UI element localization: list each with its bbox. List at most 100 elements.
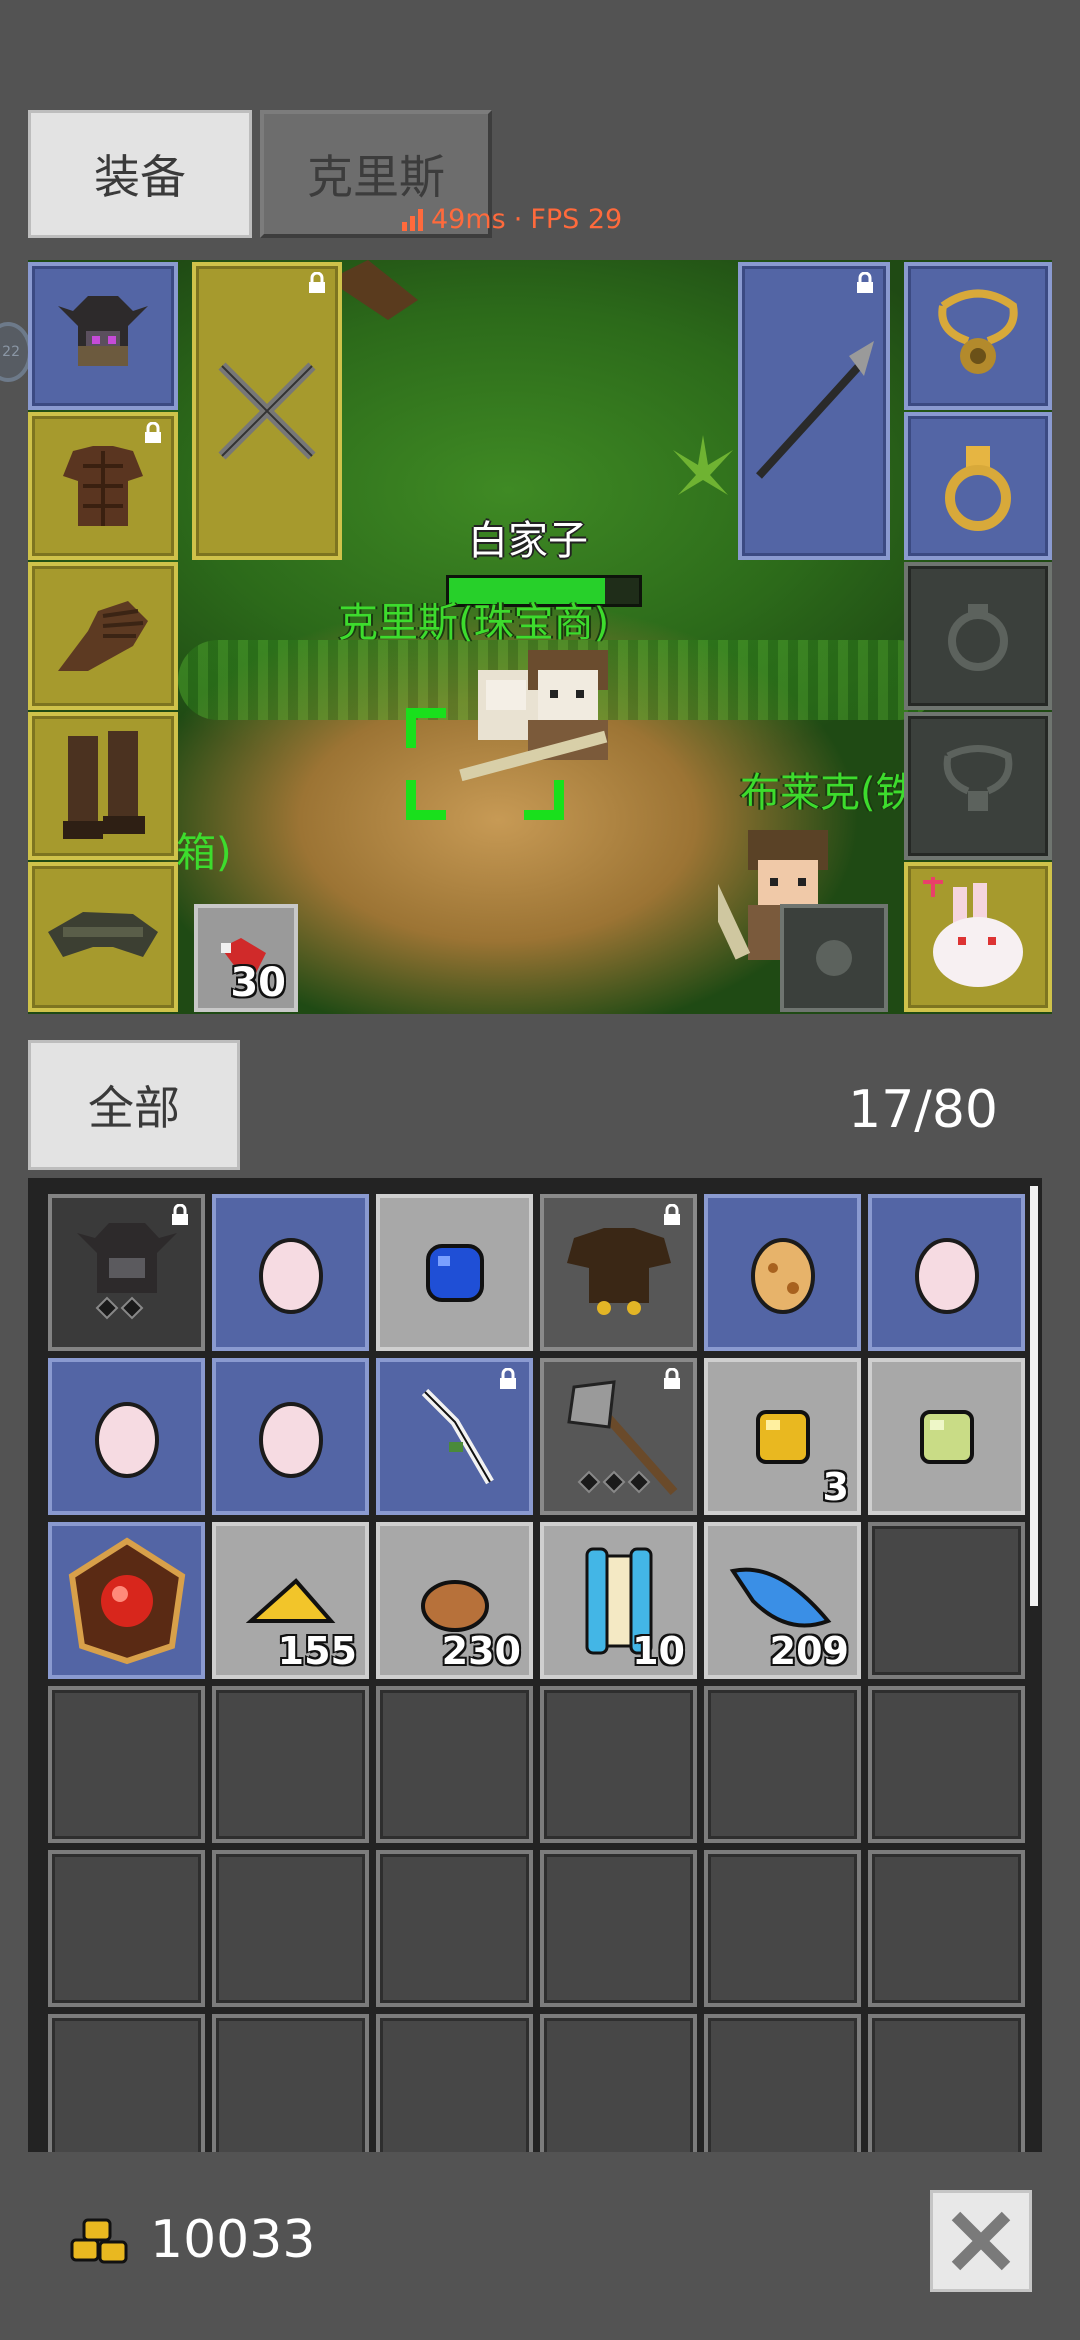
- tab-chris-label: 克里斯: [307, 150, 445, 204]
- inventory-slot-empty[interactable]: [376, 1850, 533, 2007]
- inventory-slot-empty[interactable]: [704, 2014, 861, 2152]
- inventory-slot-jade[interactable]: [868, 1358, 1025, 1515]
- inventory-slot-empty[interactable]: [540, 2014, 697, 2152]
- close-icon: [951, 2211, 1011, 2271]
- lock-icon: [500, 1368, 516, 1389]
- lock-icon: [664, 1368, 680, 1389]
- inventory-slot-feather[interactable]: 209: [704, 1522, 861, 1679]
- player-characters-sprite[interactable]: [458, 640, 658, 790]
- gold-amount: 10033: [150, 2210, 316, 2270]
- gold-coins-icon: [70, 2218, 128, 2264]
- equip-slot-empty-1[interactable]: [904, 562, 1052, 710]
- close-button[interactable]: [930, 2190, 1032, 2292]
- equip-slot-weapon[interactable]: [192, 262, 342, 560]
- inventory-slot-axe[interactable]: [540, 1358, 697, 1515]
- equip-slot-legs[interactable]: [28, 862, 178, 1012]
- pink-egg-icon: [258, 1401, 323, 1478]
- leather-armor-icon: [63, 446, 143, 526]
- inventory-slot-empty[interactable]: [212, 2014, 369, 2152]
- npc-name-partial: 箱): [176, 830, 232, 876]
- inventory-slot-scroll[interactable]: 10: [540, 1522, 697, 1679]
- target-name: 白家子: [468, 518, 588, 564]
- inventory-grid[interactable]: 3 155 230 10 209: [28, 1178, 1042, 2152]
- inventory-slot-empty[interactable]: [376, 1686, 533, 1843]
- inventory-slot-egg-1[interactable]: [212, 1194, 369, 1351]
- cheese-icon: [245, 1577, 335, 1623]
- sickle-icon: [421, 1388, 494, 1484]
- boots-icon: [63, 731, 145, 839]
- ping-value: 49ms: [431, 204, 506, 235]
- inventory-slot-egg-2[interactable]: [868, 1194, 1025, 1351]
- rabbit-pet-icon: [923, 877, 1023, 987]
- side-indicator-text: 22: [2, 344, 20, 360]
- ping-separator: ·: [513, 204, 523, 235]
- lock-icon: [664, 1204, 680, 1225]
- inventory-slot-empty[interactable]: [48, 1686, 205, 1843]
- feather-count: 209: [769, 1629, 849, 1673]
- inventory-slot-empty[interactable]: [868, 2014, 1025, 2152]
- heavy-armor-icon: [566, 1227, 671, 1315]
- tab-equipment[interactable]: 装备: [28, 110, 252, 238]
- inventory-slot-egg-3[interactable]: [48, 1358, 205, 1515]
- amulet-icon: [938, 289, 1018, 374]
- filter-all-button[interactable]: 全部: [28, 1040, 240, 1170]
- lock-icon: [309, 272, 325, 293]
- quick-slot-food[interactable]: 30: [194, 904, 298, 1012]
- tab-equipment-label: 装备: [94, 150, 186, 204]
- network-status: 49ms · FPS 29: [402, 204, 622, 235]
- inventory-slot-gold-nugget[interactable]: 3: [704, 1358, 861, 1515]
- pink-egg-icon: [258, 1237, 323, 1314]
- inventory-slot-empty[interactable]: [704, 1686, 861, 1843]
- leg-armor-icon: [48, 912, 158, 957]
- glove-icon: [58, 601, 148, 671]
- horned-helmet-icon: [58, 296, 148, 366]
- inventory-slot-scythe[interactable]: [376, 1358, 533, 1515]
- equip-slot-pet[interactable]: [904, 862, 1052, 1012]
- inventory-slot-sapphire[interactable]: [376, 1194, 533, 1351]
- horned-helmet-icon: [76, 1222, 177, 1319]
- inventory-slot-egg-4[interactable]: [212, 1358, 369, 1515]
- equip-slot-gloves[interactable]: [28, 562, 178, 710]
- inventory-slot-cheese[interactable]: 155: [212, 1522, 369, 1679]
- inventory-slot-empty[interactable]: [868, 1686, 1025, 1843]
- inventory-slot-empty[interactable]: [868, 1522, 1025, 1679]
- game-scene[interactable]: 白家子 克里斯(珠宝商) 布莱克(铁匠) 箱): [28, 260, 1052, 1014]
- inventory-slot-empty[interactable]: [376, 2014, 533, 2152]
- axe-icon: [566, 1379, 677, 1495]
- skill-placeholder-icon: [816, 940, 852, 976]
- bread-icon: [420, 1579, 489, 1632]
- inventory-slot-empty[interactable]: [212, 1850, 369, 2007]
- equip-slot-helmet[interactable]: [28, 262, 178, 410]
- ring-placeholder-icon: [948, 604, 1008, 671]
- inventory-slot-helmet[interactable]: [48, 1194, 205, 1351]
- inventory-slot-empty[interactable]: [48, 2014, 205, 2152]
- equip-slot-armor[interactable]: [28, 412, 178, 560]
- blue-gem-icon: [425, 1243, 484, 1302]
- inventory-slot-bread[interactable]: 230: [376, 1522, 533, 1679]
- inventory-slot-empty[interactable]: [868, 1850, 1025, 2007]
- equip-slot-boots[interactable]: [28, 712, 178, 860]
- pink-egg-icon: [94, 1401, 159, 1478]
- equip-slot-secondary[interactable]: [738, 262, 890, 560]
- equip-slot-ring[interactable]: [904, 412, 1052, 560]
- fern-decoration: [673, 435, 733, 495]
- equip-slot-empty-2[interactable]: [904, 712, 1052, 860]
- inventory-slot-empty[interactable]: [212, 1686, 369, 1843]
- inventory-slot-empty[interactable]: [540, 1850, 697, 2007]
- pink-egg-icon: [914, 1237, 979, 1314]
- inventory-slot-ruby-amulet[interactable]: [48, 1522, 205, 1679]
- inventory-slot-empty[interactable]: [704, 1850, 861, 2007]
- quick-slot-empty[interactable]: [780, 904, 888, 1012]
- ring-icon: [945, 446, 1011, 531]
- inventory-slot-armor[interactable]: [540, 1194, 697, 1351]
- inventory-scrollbar[interactable]: [1030, 1186, 1038, 1606]
- equip-slot-necklace[interactable]: [904, 262, 1052, 410]
- inventory-slot-egg-spotted[interactable]: [704, 1194, 861, 1351]
- inventory-slot-empty[interactable]: [540, 1686, 697, 1843]
- bread-count: 230: [441, 1629, 521, 1673]
- gold-nugget-icon: [755, 1409, 810, 1464]
- scroll-count: 10: [632, 1629, 685, 1673]
- lock-icon: [172, 1204, 188, 1225]
- inventory-slot-empty[interactable]: [48, 1850, 205, 2007]
- fps-value: FPS 29: [530, 204, 623, 235]
